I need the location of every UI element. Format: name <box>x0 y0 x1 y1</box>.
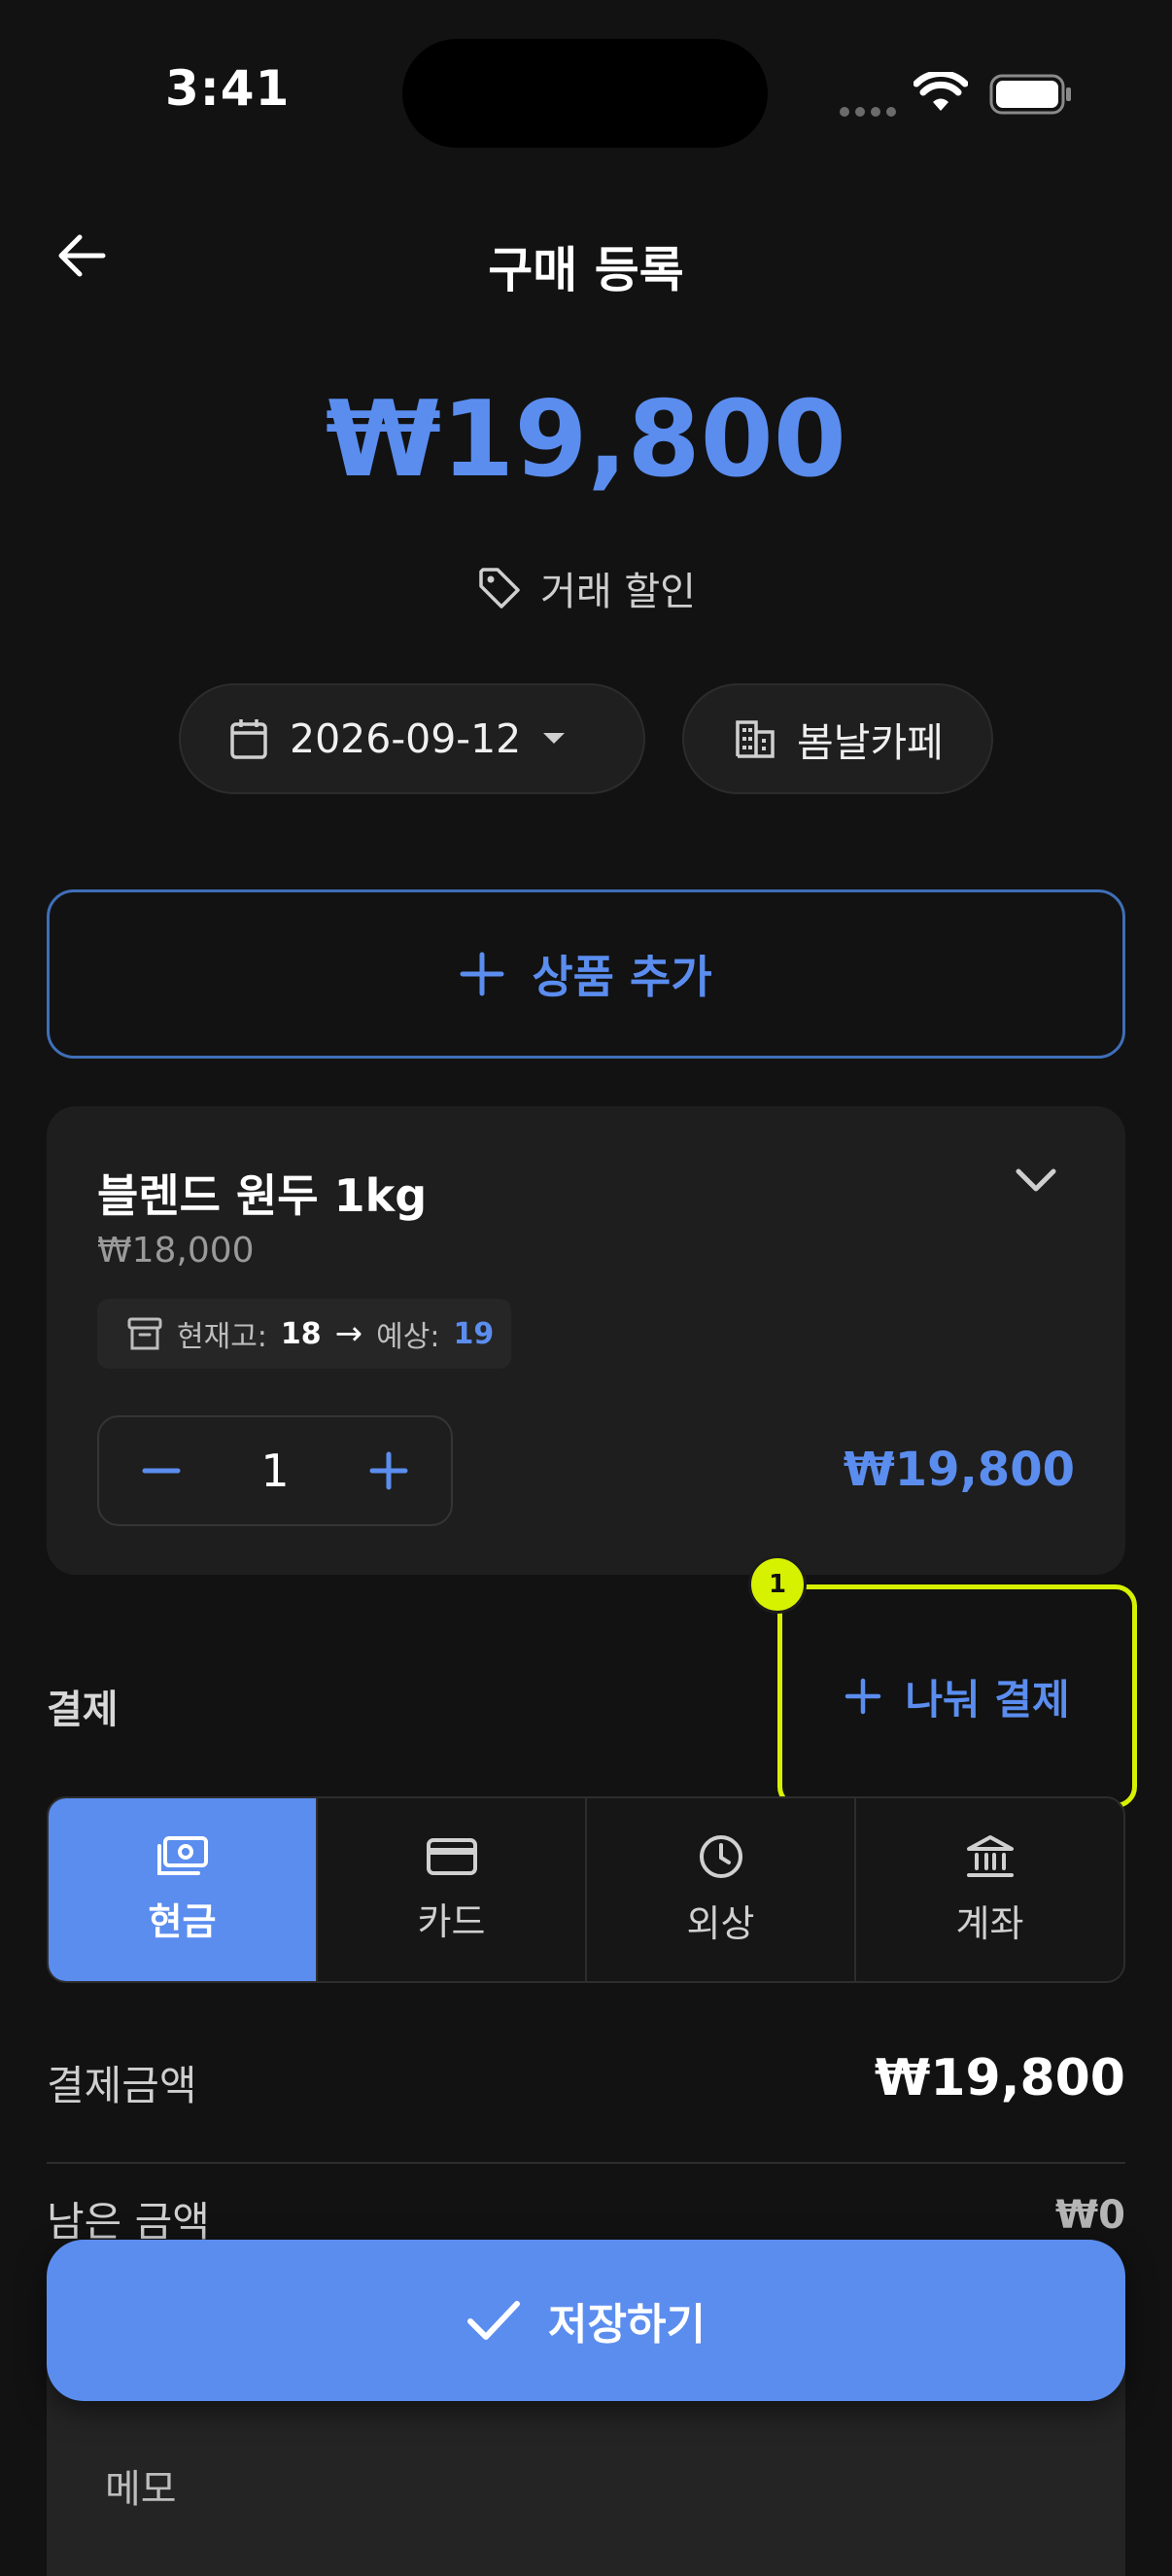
payment-method-label: 계좌 <box>955 1901 1024 1945</box>
plus-icon[interactable] <box>369 1451 408 1490</box>
wifi-icon <box>913 72 968 115</box>
clock-icon <box>698 1833 744 1880</box>
payment-method-tabs: 현금 카드 외상 계좌 <box>47 1796 1125 1983</box>
cash-icon <box>155 1835 210 1878</box>
date-picker-chip[interactable]: 2026-09-12 <box>179 683 645 794</box>
quantity-value[interactable]: 1 <box>260 1445 289 1497</box>
building-icon <box>735 718 776 759</box>
payment-method-credit[interactable]: 외상 <box>587 1798 856 1981</box>
total-amount: ₩19,800 <box>326 379 846 501</box>
checkmark-icon <box>466 2299 521 2342</box>
product-card: 블렌드 원두 1kg ₩18,000 현재고: 18 → 예상: 19 1 ₩1… <box>47 1106 1125 1575</box>
payment-method-label: 외상 <box>686 1901 755 1945</box>
save-label: 저장하기 <box>548 2300 706 2350</box>
store-name: 봄날카페 <box>797 719 944 766</box>
payment-method-label: 카드 <box>417 1899 486 1943</box>
archive-box-icon <box>126 1315 163 1352</box>
bank-icon <box>965 1833 1016 1880</box>
payment-method-bank[interactable]: 계좌 <box>856 1798 1123 1981</box>
minus-icon[interactable] <box>142 1451 181 1490</box>
stock-current-value: 18 <box>280 1316 322 1351</box>
date-value: 2026-09-12 <box>290 715 522 762</box>
tag-icon <box>476 565 523 611</box>
stock-arrow: → <box>334 1314 363 1353</box>
product-name: 블렌드 원두 1kg <box>97 1169 428 1222</box>
add-product-label: 상품 추가 <box>532 951 712 1003</box>
product-unit-price: ₩18,000 <box>97 1231 255 1271</box>
store-chip[interactable]: 봄날카페 <box>682 683 993 794</box>
line-total: ₩19,800 <box>843 1443 1075 1497</box>
cellular-signal-icon <box>840 102 902 121</box>
payment-method-label: 현금 <box>148 1899 217 1943</box>
card-icon <box>426 1835 478 1878</box>
split-payment-button[interactable]: 나눠 결제 <box>777 1584 1137 1808</box>
stock-current-label: 현재고: <box>177 1320 267 1354</box>
chevron-down-icon[interactable] <box>1015 1166 1057 1194</box>
memo-label: 메모 <box>105 2467 177 2512</box>
stock-expected-label: 예상: <box>376 1320 440 1354</box>
battery-icon <box>989 74 1073 115</box>
remaining-amount-value: ₩0 <box>1055 2193 1125 2238</box>
page-title: 구매 등록 <box>488 242 684 298</box>
caret-down-icon <box>542 732 566 746</box>
status-time: 3:41 <box>165 60 291 117</box>
dynamic-island <box>402 39 768 148</box>
add-product-button[interactable]: 상품 추가 <box>47 889 1125 1059</box>
stock-info: 현재고: 18 → 예상: 19 <box>97 1299 511 1369</box>
paid-amount-label: 결제금액 <box>47 2062 197 2109</box>
paid-amount-value: ₩19,800 <box>874 2049 1125 2107</box>
split-payment-label: 나눠 결제 <box>905 1675 1070 1723</box>
stock-expected-value: 19 <box>453 1316 495 1351</box>
payment-method-cash[interactable]: 현금 <box>49 1798 318 1981</box>
quantity-stepper: 1 <box>97 1415 453 1526</box>
plus-icon <box>460 952 504 996</box>
annotation-badge: 1 <box>748 1555 807 1614</box>
discount-label: 거래 할인 <box>540 570 696 614</box>
calendar-icon <box>229 717 268 760</box>
divider <box>47 2162 1125 2164</box>
payment-method-card[interactable]: 카드 <box>318 1798 587 1981</box>
payment-section-label: 결제 <box>47 1688 119 1732</box>
plus-icon <box>845 1678 881 1715</box>
discount-button[interactable]: 거래 할인 <box>0 559 1172 617</box>
save-button[interactable]: 저장하기 <box>47 2240 1125 2401</box>
